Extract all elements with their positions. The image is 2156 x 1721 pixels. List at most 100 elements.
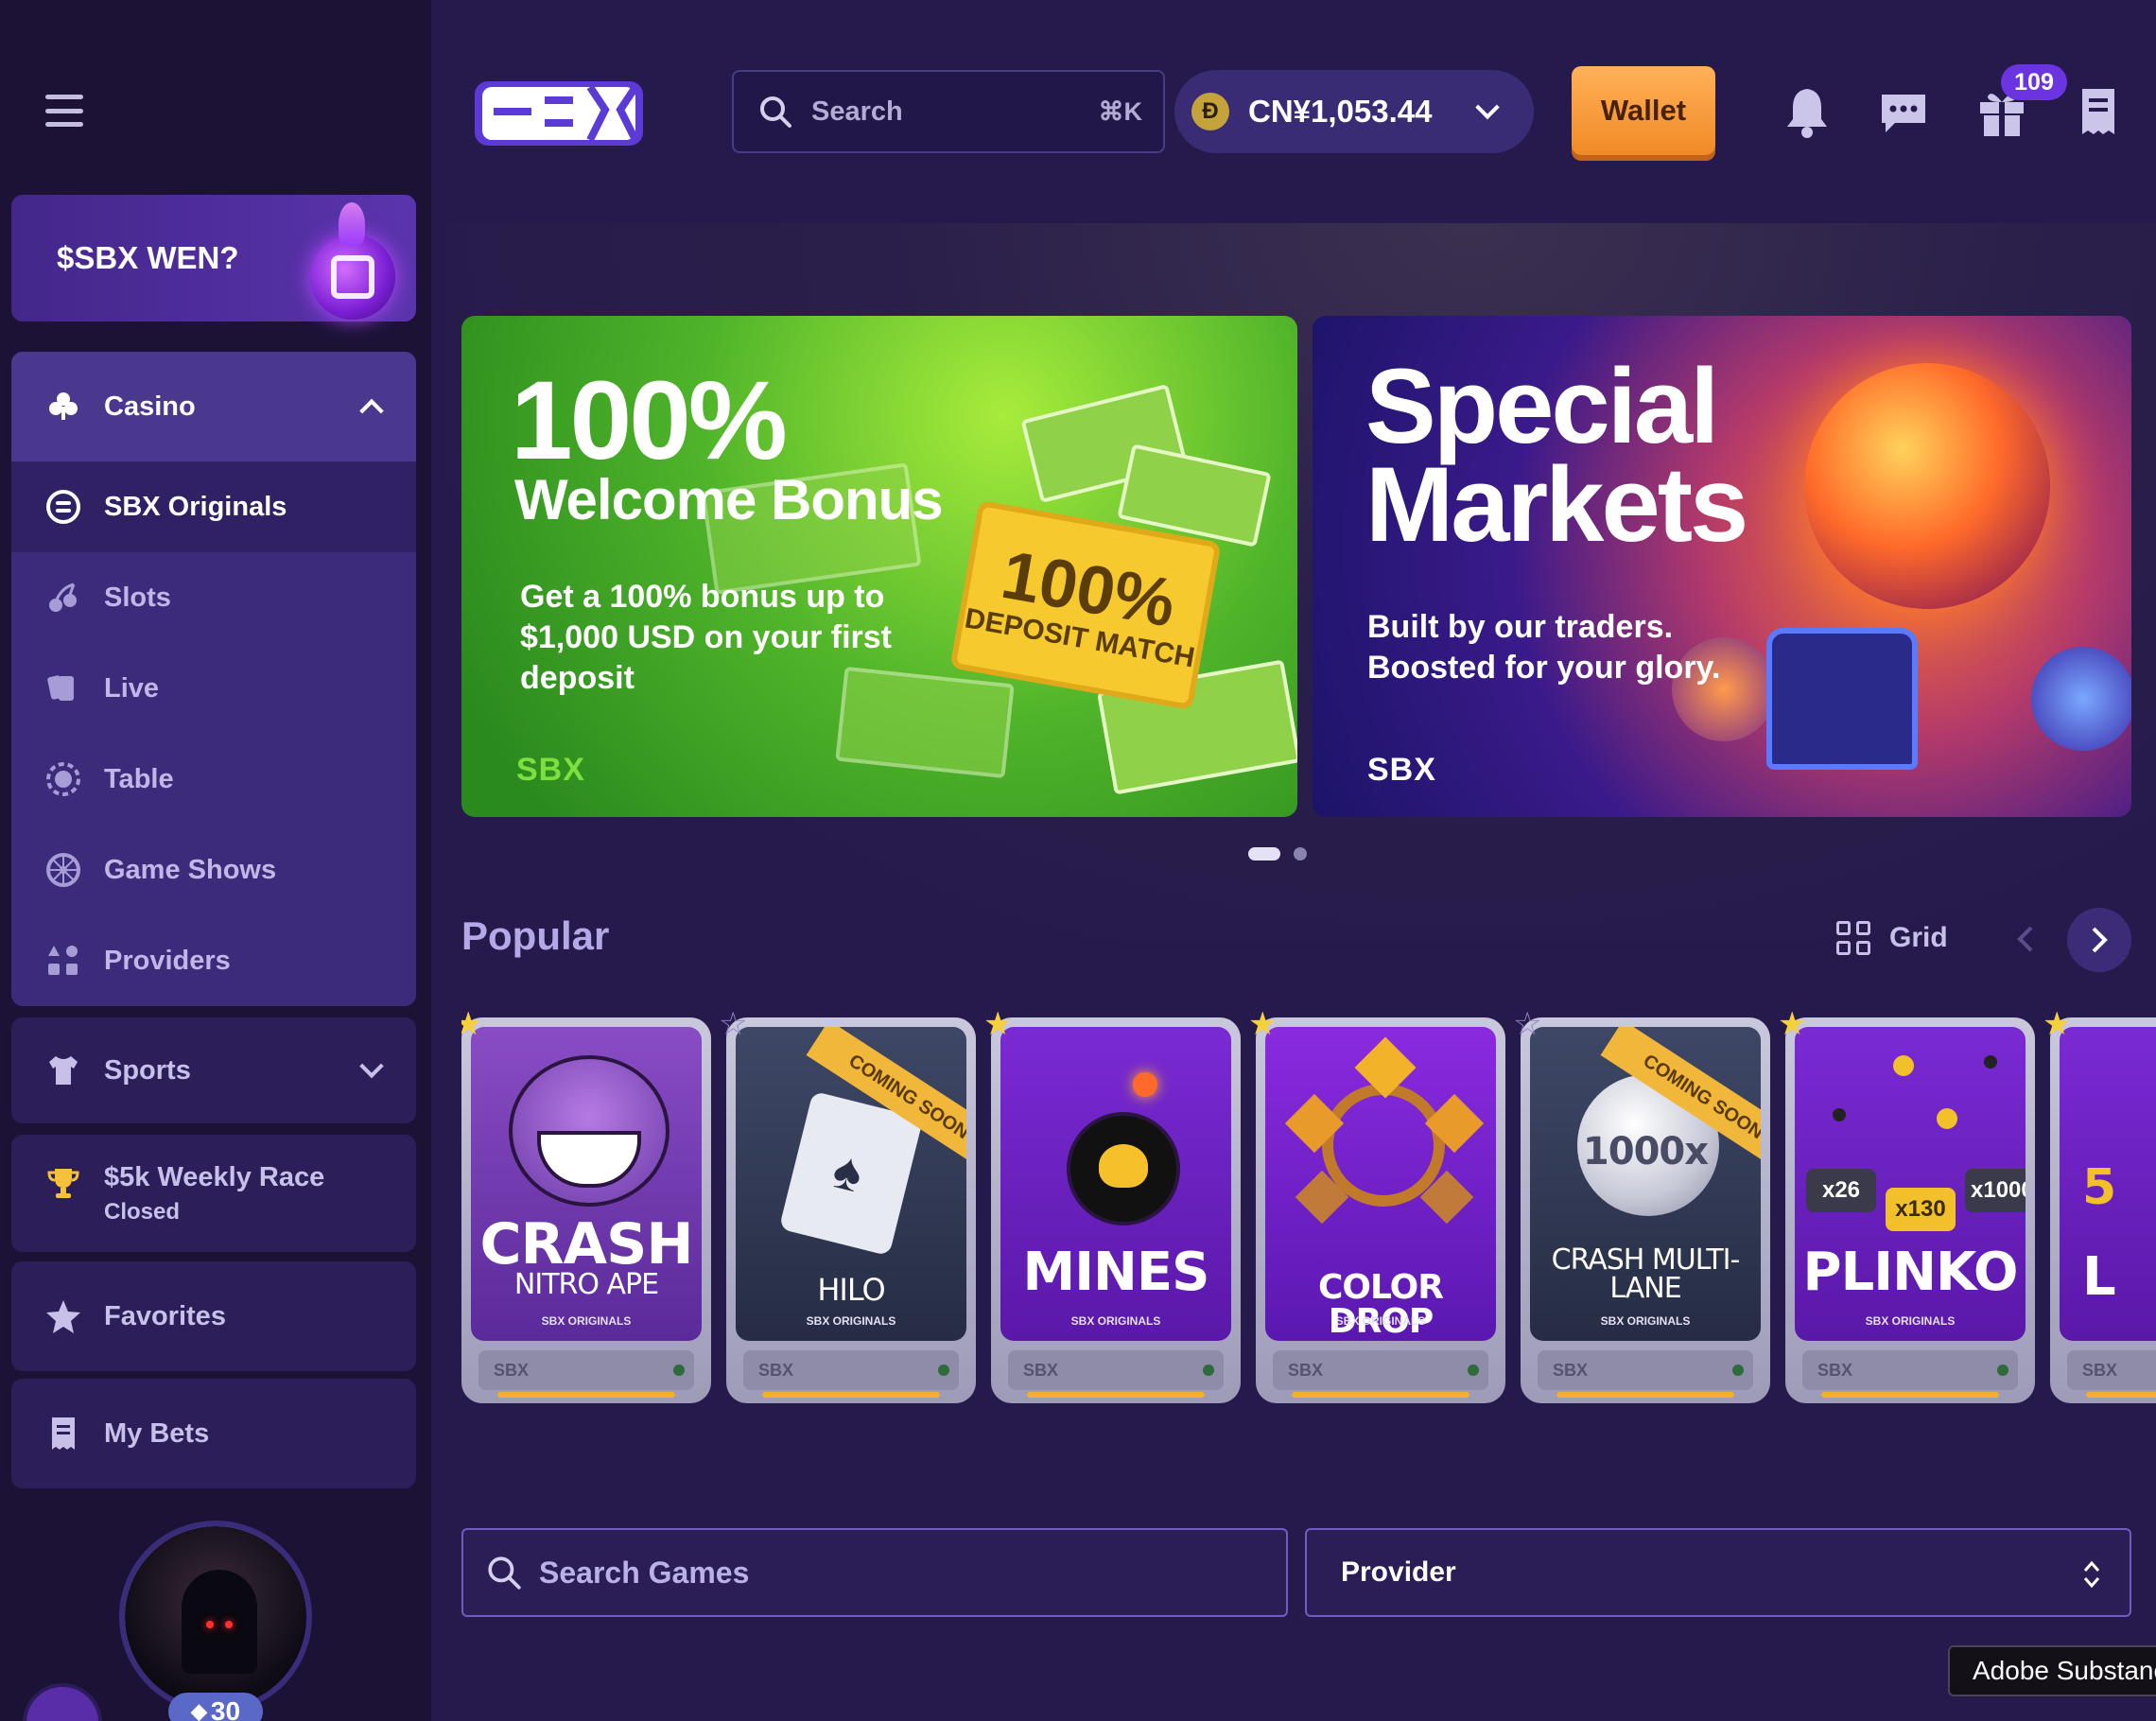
chip-icon bbox=[45, 761, 81, 797]
sound-toggle-button[interactable] bbox=[23, 1683, 102, 1721]
game-card-color-drop[interactable]: COLOR DROP SBX ORIGINALS SBX ★ bbox=[1248, 1012, 1505, 1403]
sidebar-item-game-shows[interactable]: Game Shows bbox=[11, 825, 416, 915]
sort-arrows-icon bbox=[2083, 1560, 2100, 1589]
multiplier-chip: x1000 bbox=[1965, 1169, 2026, 1212]
favorite-star-icon[interactable]: ★ bbox=[2043, 1012, 2071, 1040]
card-base-brand: SBX bbox=[1553, 1360, 1589, 1380]
sbx-coin-icon bbox=[310, 202, 395, 320]
search-games-input[interactable]: Search Games bbox=[461, 1528, 1288, 1617]
treasure-chest-icon bbox=[1766, 628, 1918, 770]
banner-subtitle: Welcome Bonus bbox=[514, 468, 944, 531]
level-badge: ◆ 30 bbox=[168, 1693, 263, 1721]
game-title: HILO bbox=[817, 1272, 885, 1308]
club-icon bbox=[45, 389, 81, 425]
search-shortcut: ⌘K bbox=[1098, 96, 1143, 126]
game-art-text: 5 bbox=[2082, 1159, 2117, 1216]
weekly-race-card[interactable]: $5k Weekly Race Closed bbox=[11, 1135, 416, 1252]
game-card-mines[interactable]: MINES SBX ORIGINALS SBX ★ bbox=[983, 1012, 1241, 1403]
game-title: PLINKO bbox=[1802, 1242, 2019, 1303]
carousel-dot-1[interactable] bbox=[1248, 847, 1280, 860]
provider-select[interactable]: Provider bbox=[1305, 1528, 2131, 1617]
banner-text-line2: Boosted for your glory. bbox=[1367, 649, 1721, 686]
banner-title: 100% bbox=[511, 358, 788, 483]
multiplier-chip: x26 bbox=[1806, 1169, 1876, 1212]
sidebar-item-providers[interactable]: Providers bbox=[11, 915, 416, 1006]
card-base-brand: SBX bbox=[1817, 1360, 1853, 1380]
menu-icon[interactable] bbox=[45, 95, 83, 127]
game-title: COLOR DROP bbox=[1317, 1268, 1444, 1341]
chat-icon[interactable] bbox=[1878, 85, 1929, 138]
sports-toggle[interactable]: Sports bbox=[11, 1017, 416, 1123]
game-subtitle: NITRO APE bbox=[513, 1268, 659, 1301]
carousel-dot-2[interactable] bbox=[1294, 847, 1307, 860]
trophy-icon bbox=[45, 1165, 81, 1201]
my-bets-label: My Bets bbox=[104, 1417, 210, 1449]
favorites-label: Favorites bbox=[104, 1300, 226, 1331]
card-base-brand: SBX bbox=[2082, 1360, 2118, 1380]
sidebar-item-label: Providers bbox=[104, 945, 231, 976]
sidebar-item-table[interactable]: Table bbox=[11, 734, 416, 825]
sidebar: $SBX WEN? Casino SBX Originals Slots Liv… bbox=[0, 0, 431, 1721]
game-card-plinko[interactable]: x26 x130 x1000 PLINKO SBX ORIGINALS SBX … bbox=[1778, 1012, 2035, 1403]
favorite-star-icon[interactable]: ★ bbox=[1778, 1012, 1806, 1040]
search-games-placeholder: Search Games bbox=[539, 1555, 750, 1590]
search-icon bbox=[488, 1556, 521, 1590]
carousel-prev-button[interactable] bbox=[2005, 910, 2046, 968]
special-markets-banner[interactable]: Special Markets Built by our traders. Bo… bbox=[1313, 316, 2131, 817]
game-tag: SBX ORIGINALS bbox=[1600, 1314, 1691, 1328]
grid-label: Grid bbox=[1889, 922, 1948, 953]
chevron-down-icon bbox=[1475, 95, 1500, 120]
favorite-star-icon[interactable]: ★ bbox=[983, 1012, 1012, 1040]
chevron-left-icon bbox=[2017, 926, 2033, 952]
card-base-brand: SBX bbox=[1288, 1360, 1324, 1380]
sidebar-item-label: Live bbox=[104, 672, 160, 704]
betslip-icon[interactable] bbox=[2073, 85, 2124, 138]
game-card-crash[interactable]: CRASH NITRO APE SBX ORIGINALS SBX ★ bbox=[461, 1012, 711, 1403]
weekly-race-label: $5k Weekly Race bbox=[104, 1161, 325, 1192]
card-base-brand: SBX bbox=[494, 1360, 530, 1380]
gift-count-badge: 109 bbox=[2001, 64, 2067, 100]
sidebar-item-favorites[interactable]: Favorites bbox=[11, 1261, 416, 1371]
chevron-right-icon bbox=[2092, 927, 2108, 953]
shapes-icon bbox=[45, 943, 81, 979]
balance-dropdown[interactable]: Đ CN¥1,053.44 bbox=[1174, 70, 1534, 153]
sbx-wen-promo-button[interactable]: $SBX WEN? bbox=[11, 195, 416, 322]
level-value: 30 bbox=[210, 1696, 241, 1721]
sports-label: Sports bbox=[104, 1054, 191, 1086]
grid-view-button[interactable]: Grid bbox=[1836, 921, 1948, 955]
sidebar-item-my-bets[interactable]: My Bets bbox=[11, 1379, 416, 1488]
promo-label: $SBX WEN? bbox=[57, 240, 239, 275]
favorite-star-icon[interactable]: ★ bbox=[461, 1012, 482, 1040]
sidebar-item-label: Game Shows bbox=[104, 854, 277, 885]
bell-icon[interactable] bbox=[1782, 85, 1833, 138]
game-tag: SBX ORIGINALS bbox=[1865, 1314, 1956, 1328]
game-card-crash-multi-lane[interactable]: 1000x COMING SOON CRASH MULTI-LANE SBX O… bbox=[1513, 1012, 1770, 1403]
banner-title: Special Markets bbox=[1365, 353, 1748, 565]
game-card-partial[interactable]: 5 L SBX ★ bbox=[2043, 1012, 2156, 1403]
sidebar-item-sbx-originals[interactable]: SBX Originals bbox=[11, 461, 416, 552]
banner-brand: SBX bbox=[516, 752, 585, 788]
favorite-star-icon[interactable]: ☆ bbox=[1513, 1012, 1541, 1040]
wallet-button[interactable]: Wallet bbox=[1572, 66, 1715, 155]
game-card-hilo[interactable]: ♠ COMING SOON HILO SBX ORIGINALS SBX ☆ bbox=[719, 1012, 976, 1403]
header-search-input[interactable]: Search ⌘K bbox=[732, 70, 1165, 153]
casino-toggle[interactable]: Casino bbox=[11, 352, 416, 461]
sidebar-item-live[interactable]: Live bbox=[11, 643, 416, 734]
sbx-logo[interactable] bbox=[473, 79, 645, 148]
deposit-match-ticket: 100% DEPOSIT MATCH bbox=[949, 499, 1222, 711]
banner-title-line2: Markets bbox=[1365, 445, 1748, 565]
sbx-originals-icon bbox=[45, 489, 81, 525]
game-tag: SBX ORIGINALS bbox=[541, 1314, 632, 1328]
avatar[interactable] bbox=[119, 1521, 312, 1713]
welcome-bonus-banner[interactable]: 100% Welcome Bonus Get a 100% bonus up t… bbox=[461, 316, 1297, 817]
sidebar-item-slots[interactable]: Slots bbox=[11, 552, 416, 643]
game-tag: SBX ORIGINALS bbox=[1070, 1314, 1161, 1328]
card-base-brand: SBX bbox=[758, 1360, 794, 1380]
favorite-star-icon[interactable]: ☆ bbox=[719, 1012, 747, 1040]
carousel-next-button[interactable] bbox=[2067, 908, 2131, 972]
sidebar-item-label: Table bbox=[104, 763, 174, 794]
favorite-star-icon[interactable]: ★ bbox=[1248, 1012, 1277, 1040]
star-icon bbox=[45, 1298, 81, 1334]
weekly-race-status: Closed bbox=[104, 1198, 181, 1225]
currency-coin-icon: Đ bbox=[1191, 93, 1229, 130]
